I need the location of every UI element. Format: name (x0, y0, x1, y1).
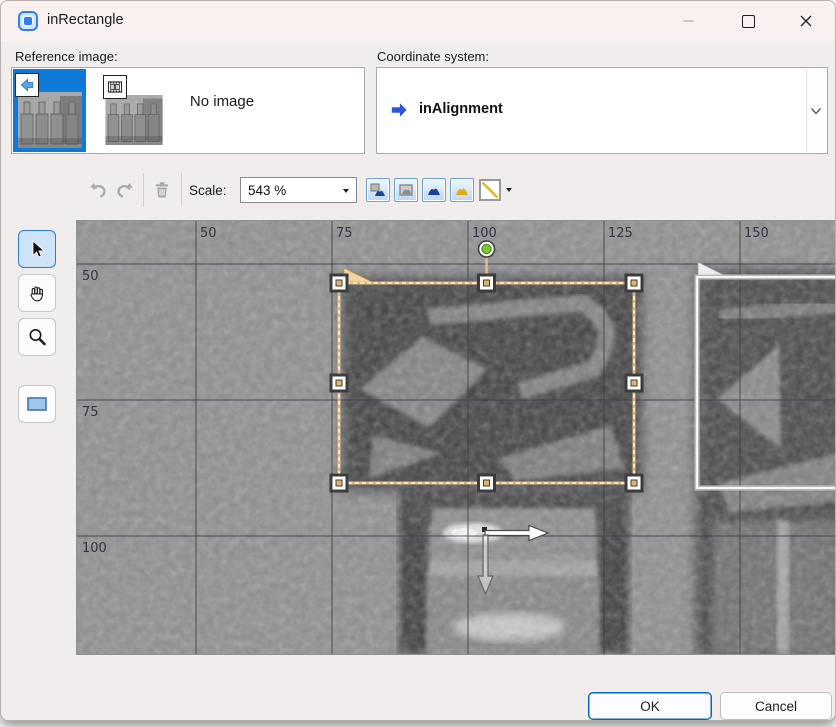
reference-thumbnail-current[interactable] (13, 69, 86, 152)
ok-button-label: OK (640, 699, 660, 714)
window-title: inRectangle (47, 12, 124, 28)
zoom-fit-image-button[interactable] (394, 178, 418, 202)
caret-down-icon[interactable] (506, 188, 512, 192)
coordinate-system-dropdown-button[interactable] (806, 70, 825, 151)
rotation-handle[interactable] (479, 241, 495, 257)
zoom-fit-image-icon (397, 182, 415, 198)
ruler-y-label: 100 (82, 541, 107, 556)
cursor-arrow-icon (26, 238, 48, 260)
vials-thumbnail-image (18, 92, 82, 153)
image-noise (77, 221, 836, 654)
ok-button[interactable]: OK (588, 692, 712, 720)
minimize-icon (683, 20, 694, 22)
ruler-x-label: 100 (472, 226, 497, 241)
zoom-fit-image-region-button[interactable] (366, 178, 390, 202)
hand-icon (26, 282, 48, 304)
ruler-y-label: 50 (82, 269, 99, 284)
no-image-option[interactable]: No image (162, 92, 282, 112)
reference-image-panel: No image (11, 67, 365, 154)
reference-image-label: Reference image: (15, 49, 118, 64)
rectangle-icon (25, 394, 49, 414)
image-editor-canvas[interactable]: 50 75 100 125 150 50 75 100 (76, 220, 836, 655)
blue-back-arrow-icon (15, 73, 39, 97)
select-tool[interactable] (18, 230, 56, 268)
toolbar-separator (181, 173, 182, 207)
minimize-button[interactable] (665, 1, 711, 41)
resize-handle-bottom-right[interactable] (626, 475, 642, 491)
ruler-x-label: 75 (336, 226, 353, 241)
title-bar: inRectangle (1, 1, 835, 41)
maximize-button[interactable] (725, 1, 771, 41)
scale-value: 543 % (248, 183, 286, 198)
delete-button[interactable] (149, 176, 175, 204)
scale-label: Scale: (189, 183, 227, 198)
redo-button[interactable] (112, 176, 138, 204)
maximize-icon (742, 15, 755, 28)
app-icon (18, 11, 38, 31)
resize-handle-mid-left[interactable] (331, 375, 347, 391)
dialog-window: inRectangle Reference image: Coordinate … (0, 0, 836, 721)
vials-thumbnail-image (105, 95, 163, 150)
coordinate-system-value: inAlignment (419, 101, 503, 117)
redo-icon (114, 179, 136, 201)
chevron-down-icon (810, 107, 822, 115)
zoom-fit-image-region-icon (369, 182, 387, 198)
magnifier-icon (26, 326, 48, 348)
ruler-x-label: 50 (200, 226, 217, 241)
magnifier-tool[interactable] (18, 318, 56, 356)
zoom-fit-region-yellow-icon (453, 182, 471, 198)
close-button[interactable] (783, 1, 829, 41)
close-icon (799, 14, 813, 28)
ruler-x-label: 125 (608, 226, 633, 241)
ruler-y-label: 75 (82, 405, 99, 420)
pan-tool[interactable] (18, 274, 56, 312)
coordinate-system-combobox[interactable]: inAlignment (376, 67, 828, 154)
undo-button[interactable] (85, 176, 111, 204)
reference-thumbnail-film[interactable] (97, 69, 170, 152)
resize-handle-top-right[interactable] (626, 275, 642, 291)
zoom-fit-region-blue-icon (425, 182, 443, 198)
no-region-button[interactable] (479, 179, 501, 201)
cancel-button[interactable]: Cancel (720, 692, 832, 720)
resize-handle-bottom-mid[interactable] (479, 475, 495, 491)
coordinate-system-label: Coordinate system: (377, 49, 489, 64)
scale-combobox[interactable]: 543 % (240, 177, 357, 203)
no-region-icon (481, 181, 499, 199)
resize-handle-bottom-left[interactable] (331, 475, 347, 491)
ruler-x-label: 150 (744, 226, 769, 241)
undo-icon (87, 179, 109, 201)
rectangle-tool[interactable] (18, 385, 56, 423)
trash-icon (151, 179, 173, 201)
resize-handle-top-mid[interactable] (479, 275, 495, 291)
blue-arrow-right-icon (389, 101, 409, 124)
resize-handle-top-left[interactable] (331, 275, 347, 291)
toolbar-separator (143, 173, 144, 207)
caret-down-icon (343, 189, 349, 193)
zoom-fit-region-yellow-button[interactable] (450, 178, 474, 202)
resize-handle-mid-right[interactable] (626, 375, 642, 391)
zoom-fit-region-blue-button[interactable] (422, 178, 446, 202)
cancel-button-label: Cancel (755, 699, 797, 714)
film-strip-icon (103, 75, 127, 99)
